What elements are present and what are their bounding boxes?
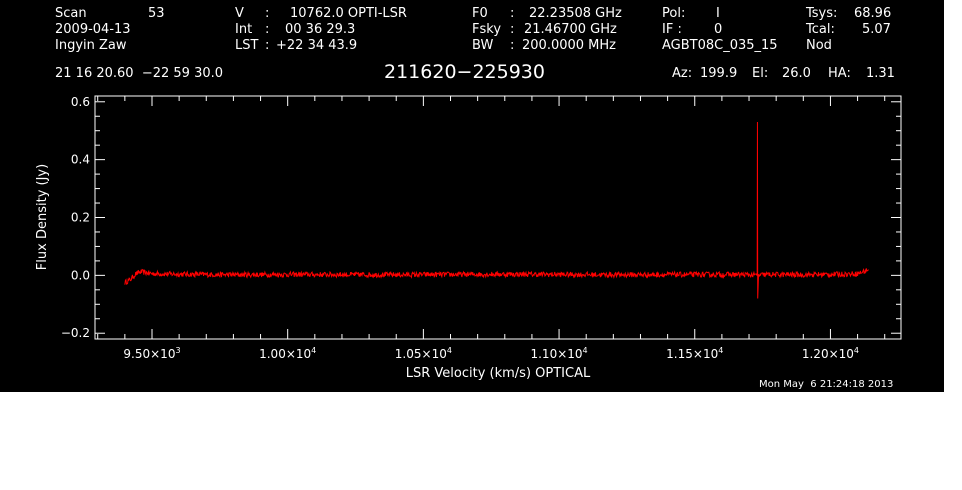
- plot-panel: Scan 53 2009-04-13 Ingyin Zaw V : 10762.…: [0, 0, 944, 392]
- x-axis: 9.50×103 1.00×104 1.05×104 1.10×104 1.15×104…: [97, 96, 886, 361]
- y-tick-label: 0.6: [71, 95, 90, 109]
- x-tick-label: 1.15×104: [666, 346, 723, 361]
- x-tick-label: 9.50×103: [123, 346, 180, 361]
- y-tick-label: 0.2: [71, 211, 90, 225]
- x-tick-label: 1.20×104: [802, 346, 859, 361]
- y-tick-label: 0.4: [71, 153, 90, 167]
- plot-frame: [94, 95, 902, 340]
- y-axis-label: Flux Density (Jy): [35, 164, 50, 270]
- x-axis-label: LSR Velocity (km/s) OPTICAL: [406, 366, 591, 381]
- spectrum-line: [124, 122, 869, 299]
- y-axis: 0.6 0.4 0.2 0.0 −0.2: [61, 95, 901, 340]
- y-tick-label: 0.0: [71, 268, 90, 282]
- series-group: [124, 122, 869, 299]
- y-tick-label: −0.2: [61, 326, 90, 340]
- spectrum-chart: 9.50×103 1.00×104 1.05×104 1.10×104 1.15×104…: [35, 95, 902, 381]
- x-tick-label: 1.05×104: [395, 346, 452, 361]
- x-tick-label: 1.10×104: [530, 346, 587, 361]
- x-tick-label: 1.00×104: [259, 346, 316, 361]
